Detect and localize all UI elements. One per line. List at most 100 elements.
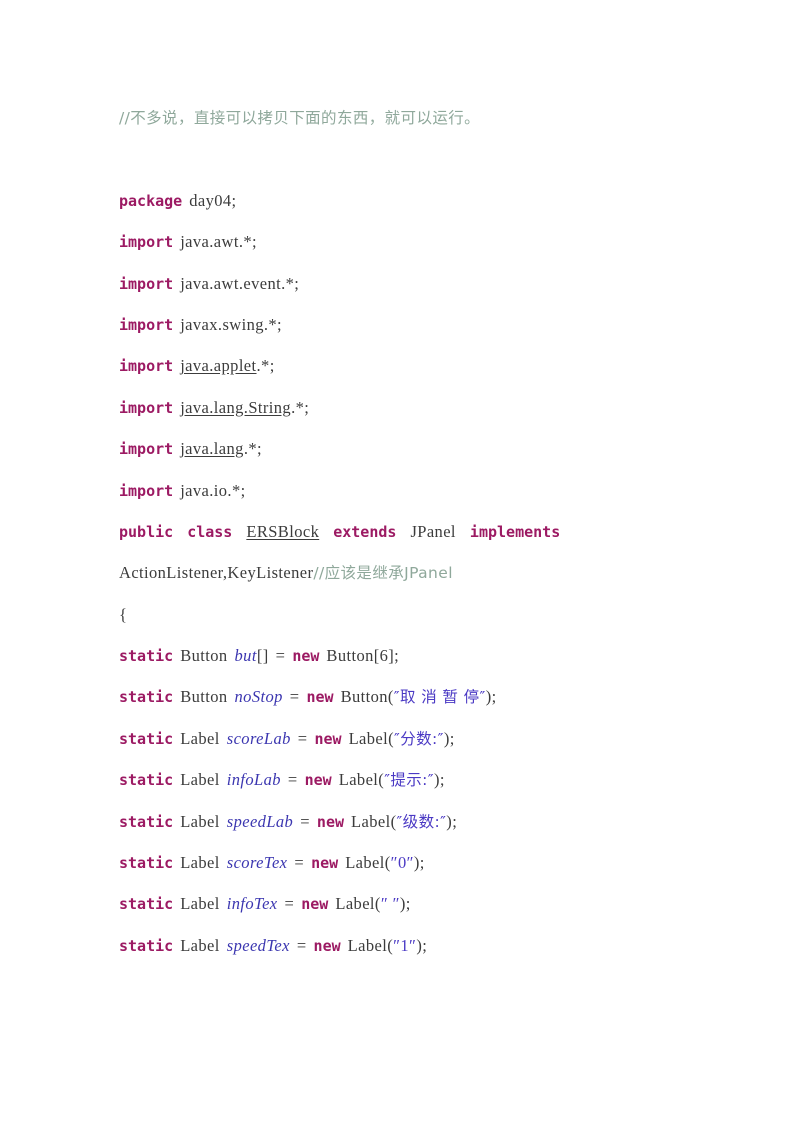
- constructor-end: );: [446, 811, 458, 831]
- constructor-end: );: [443, 728, 455, 748]
- field-type: Label: [180, 811, 220, 831]
- static-keyword: static: [119, 688, 174, 707]
- constructor-end: );: [434, 770, 445, 790]
- field-type: Label: [180, 853, 220, 873]
- string-literal: ″1″: [393, 935, 417, 955]
- new-keyword: new: [306, 688, 334, 707]
- static-keyword: static: [119, 729, 174, 748]
- static-keyword: static: [119, 936, 174, 955]
- code-line-import-1: import java.awt.event.*;: [119, 263, 719, 304]
- code-line-class-declaration: public class ERSBlock extends JPanel implemen…: [119, 511, 719, 552]
- array-suffix: []: [256, 646, 269, 666]
- superclass-name: JPanel: [410, 521, 456, 541]
- extends-keyword: extends: [333, 522, 397, 541]
- string-literal: ″提示:″: [384, 771, 434, 790]
- constructor-end: );: [416, 935, 428, 955]
- public-keyword: public: [119, 522, 174, 541]
- field-type: Label: [180, 935, 220, 955]
- import-path: java.awt.event.*;: [180, 273, 300, 293]
- code-line-field-2: static Label scoreLab = new Label(″分数:″);: [119, 718, 719, 759]
- document-page: //不多说，直接可以拷贝下面的东西，就可以运行。 package day04; i…: [0, 0, 793, 1122]
- constructor-call: Label(: [335, 894, 381, 914]
- code-line-interfaces: ActionListener,KeyListener//应该是继承JPanel: [119, 552, 719, 593]
- new-keyword: new: [304, 771, 332, 790]
- field-type: Label: [180, 894, 220, 914]
- code-line-import-4: import java.lang.String.*;: [119, 387, 719, 428]
- code-line-field-5: static Label scoreTex = new Label(″0″);: [119, 842, 719, 883]
- constructor-call: Button(: [340, 687, 394, 707]
- code-line-open-brace: {: [119, 594, 719, 635]
- package-name: day04;: [189, 190, 237, 210]
- constructor-call: Label(: [345, 853, 391, 873]
- field-type: Button: [180, 687, 228, 707]
- string-literal: ″取 消 暂 停″: [393, 688, 486, 707]
- assign-operator: =: [300, 811, 310, 831]
- constructor-call: Label(: [348, 728, 395, 748]
- code-line-field-0: static Button but[] = new Button[6];: [119, 635, 719, 676]
- open-brace: {: [119, 604, 128, 624]
- code-line-import-5: import java.lang.*;: [119, 428, 719, 469]
- static-keyword: static: [119, 812, 174, 831]
- code-line-import-6: import java.io.*;: [119, 470, 719, 511]
- code-line-header-comment: //不多说，直接可以拷贝下面的东西，就可以运行。: [119, 97, 719, 138]
- field-type: Label: [180, 770, 220, 790]
- class-name: ERSBlock: [246, 521, 320, 541]
- assign-operator: =: [275, 646, 286, 666]
- static-keyword: static: [119, 647, 174, 666]
- string-literal: ″ ″: [380, 894, 400, 914]
- field-type: Label: [180, 728, 220, 748]
- field-name: but: [234, 646, 257, 666]
- new-keyword: new: [301, 895, 329, 914]
- assign-operator: =: [294, 853, 305, 873]
- field-name: speedTex: [226, 935, 290, 955]
- package-keyword: package: [119, 191, 183, 210]
- import-path-suffix: .*;: [256, 356, 275, 376]
- assign-operator: =: [284, 894, 295, 914]
- code-line-field-6: static Label infoTex = new Label(″ ″);: [119, 883, 719, 924]
- assign-operator: =: [287, 770, 298, 790]
- field-name: scoreTex: [226, 853, 288, 873]
- import-keyword: import: [119, 357, 174, 376]
- new-keyword: new: [292, 647, 320, 666]
- field-name: infoLab: [226, 770, 281, 790]
- import-path-underlined: java.lang.String: [180, 397, 292, 417]
- header-comment-text: //不多说，直接可以拷贝下面的东西，就可以运行。: [119, 109, 481, 127]
- field-name: noStop: [234, 687, 283, 707]
- class-keyword: class: [187, 522, 233, 541]
- code-line-field-4: static Label speedLab = new Label(″级数:″);: [119, 801, 719, 842]
- code-line-import-3: import java.applet.*;: [119, 345, 719, 386]
- import-keyword: import: [119, 233, 174, 252]
- field-initializer: Button[6];: [326, 646, 400, 666]
- import-keyword: import: [119, 274, 174, 293]
- string-literal: ″0″: [390, 853, 414, 873]
- field-name: infoTex: [226, 894, 278, 914]
- import-keyword: import: [119, 440, 174, 459]
- import-path: java.io.*;: [180, 480, 246, 500]
- import-path: javax.swing.*;: [180, 314, 283, 334]
- new-keyword: new: [314, 729, 342, 748]
- assign-operator: =: [297, 728, 308, 748]
- import-keyword: import: [119, 315, 174, 334]
- field-type: Button: [180, 646, 228, 666]
- import-path-suffix: .*;: [243, 439, 262, 459]
- import-keyword: import: [119, 398, 174, 417]
- import-path: java.awt.*;: [180, 232, 257, 252]
- constructor-end: );: [485, 687, 497, 707]
- constructor-call: Label(: [338, 770, 385, 790]
- assign-operator: =: [296, 935, 307, 955]
- static-keyword: static: [119, 854, 174, 873]
- code-line-import-2: import javax.swing.*;: [119, 304, 719, 345]
- new-keyword: new: [313, 936, 341, 955]
- class-trailing-comment: //应该是继承JPanel: [313, 564, 453, 583]
- code-line-field-1: static Button noStop = new Button(″取 消 暂 停″);: [119, 676, 719, 717]
- code-line-field-3: static Label infoLab = new Label(″提示:″);: [119, 759, 719, 800]
- java-code-listing: //不多说，直接可以拷贝下面的东西，就可以运行。 package day04; i…: [119, 97, 719, 966]
- field-name: speedLab: [226, 811, 294, 831]
- assign-operator: =: [289, 687, 300, 707]
- import-path-underlined: java.lang: [180, 439, 244, 459]
- constructor-call: Label(: [347, 935, 394, 955]
- constructor-call: Label(: [351, 811, 397, 831]
- import-path-suffix: .*;: [291, 397, 310, 417]
- import-path-underlined: java.applet: [180, 356, 257, 376]
- field-name: scoreLab: [226, 728, 291, 748]
